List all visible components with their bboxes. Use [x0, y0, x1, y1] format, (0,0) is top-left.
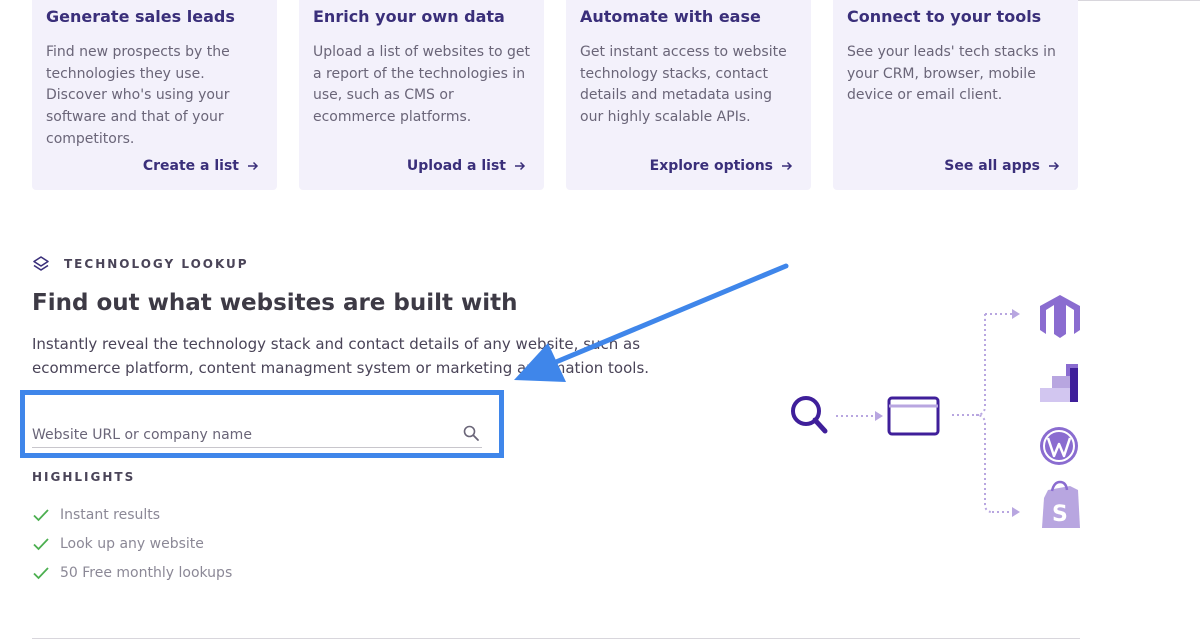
check-icon [33, 566, 49, 579]
explore-options-link[interactable]: Explore options [650, 158, 793, 174]
highlight-label: Look up any website [60, 535, 204, 552]
shopify-logo-icon: S [1042, 480, 1080, 528]
svg-text:S: S [1052, 502, 1068, 527]
top-divider [1078, 0, 1200, 1]
card-description: Get instant access to website technology… [580, 44, 787, 126]
highlights-title: HIGHLIGHTS [32, 470, 136, 484]
arrow-right-icon [1049, 161, 1060, 171]
see-all-apps-link[interactable]: See all apps [944, 158, 1060, 174]
feature-cards: Generate sales leads Find new prospects … [32, 0, 1080, 190]
highlight-label: 50 Free monthly lookups [60, 564, 233, 581]
highlight-item: Instant results [32, 500, 232, 529]
eyebrow-label: TECHNOLOGY LOOKUP [64, 257, 249, 271]
card-description: See your leads' tech stacks in your CRM,… [847, 44, 1056, 104]
check-icon [33, 537, 49, 550]
arrow-right-icon [248, 161, 259, 171]
magnifier-icon [791, 396, 828, 434]
arrow-right-icon [782, 161, 793, 171]
card-title: Generate sales leads [46, 7, 235, 26]
highlights-list: Instant results Look up any website 50 F… [32, 500, 232, 587]
upload-list-link[interactable]: Upload a list [407, 158, 526, 174]
layers-icon [33, 256, 49, 271]
bottom-divider [32, 638, 1080, 639]
card-generate-leads: Generate sales leads Find new prospects … [32, 0, 277, 190]
highlight-item: 50 Free monthly lookups [32, 558, 232, 587]
magento-logo-icon [1040, 295, 1080, 338]
check-icon [33, 508, 49, 521]
highlight-item: Look up any website [32, 529, 232, 558]
create-list-link[interactable]: Create a list [143, 158, 259, 174]
card-enrich-data: Enrich your own data Upload a list of we… [299, 0, 544, 190]
highlight-label: Instant results [60, 506, 161, 523]
card-link-label: See all apps [944, 158, 1040, 174]
search-input[interactable] [32, 418, 482, 448]
arrow-right-icon [515, 161, 526, 171]
card-link-label: Explore options [649, 158, 773, 174]
technology-diagram: S [791, 295, 1080, 528]
card-connect-tools: Connect to your tools See your leads' te… [833, 0, 1078, 190]
card-link-label: Create a list [142, 158, 239, 174]
bar-chart-logo-icon [1040, 364, 1078, 402]
search-icon[interactable] [462, 424, 480, 442]
section-eyebrow: TECHNOLOGY LOOKUP [32, 255, 249, 273]
card-title: Automate with ease [580, 7, 761, 26]
card-title: Connect to your tools [847, 7, 1042, 26]
card-automate: Automate with ease Get instant access to… [566, 0, 811, 190]
card-link-label: Upload a list [406, 158, 506, 174]
wordpress-logo-icon [1040, 427, 1078, 465]
card-title: Enrich your own data [313, 7, 505, 26]
section-description: Instantly reveal the technology stack an… [32, 335, 650, 377]
card-description: Upload a list of websites to get a repor… [313, 44, 530, 126]
page-title: Find out what websites are built with [32, 290, 518, 316]
browser-window-icon [887, 396, 940, 436]
card-description: Find new prospects by the technologies t… [46, 44, 230, 147]
